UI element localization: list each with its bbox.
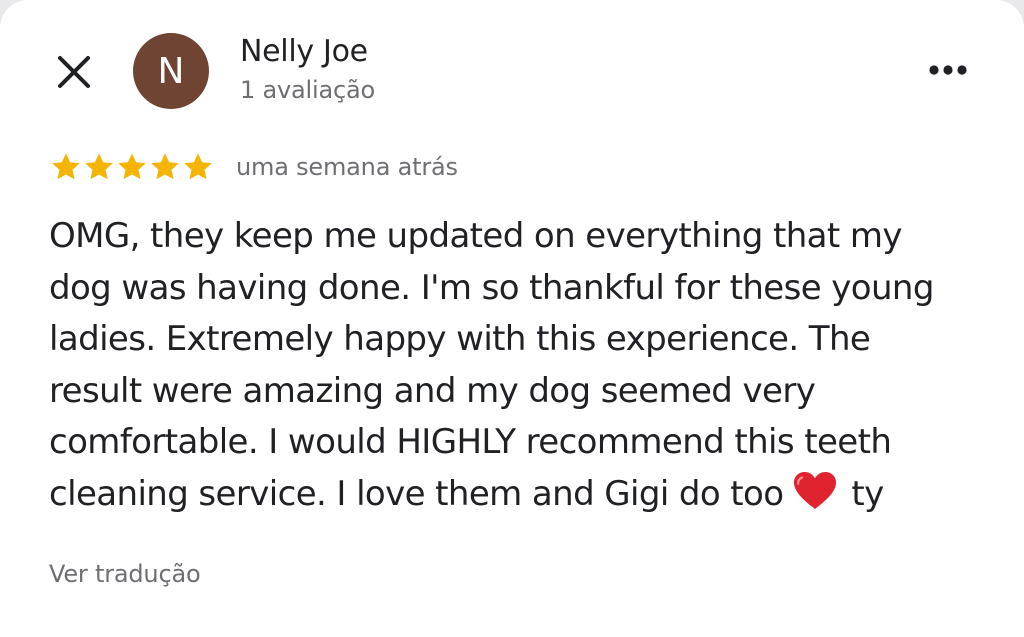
review-time: uma semana atrás bbox=[236, 153, 458, 181]
close-button[interactable] bbox=[48, 46, 100, 98]
reviewer-name[interactable]: Nelly Joe bbox=[240, 34, 368, 69]
review-text: OMG, they keep me updated on everything … bbox=[49, 211, 989, 520]
translate-link[interactable]: Ver tradução bbox=[49, 560, 201, 588]
review-text-tail: ty bbox=[851, 473, 884, 514]
more-options-button[interactable] bbox=[920, 52, 976, 88]
star-icon bbox=[151, 153, 179, 180]
star-icon bbox=[52, 153, 80, 180]
star-icon bbox=[85, 153, 113, 180]
heart-icon bbox=[794, 471, 837, 509]
rating-row: uma semana atrás bbox=[50, 150, 458, 184]
close-icon bbox=[58, 56, 90, 88]
review-card: N Nelly Joe 1 avaliação uma semana atrás… bbox=[0, 0, 1024, 637]
reviewer-review-count: 1 avaliação bbox=[240, 76, 375, 104]
star-icon bbox=[184, 153, 212, 180]
star-icon bbox=[118, 153, 146, 180]
more-horizontal-icon bbox=[929, 65, 967, 75]
avatar[interactable]: N bbox=[133, 33, 209, 109]
avatar-initial: N bbox=[157, 50, 185, 92]
review-text-body: OMG, they keep me updated on everything … bbox=[49, 216, 934, 514]
star-rating bbox=[50, 151, 214, 183]
